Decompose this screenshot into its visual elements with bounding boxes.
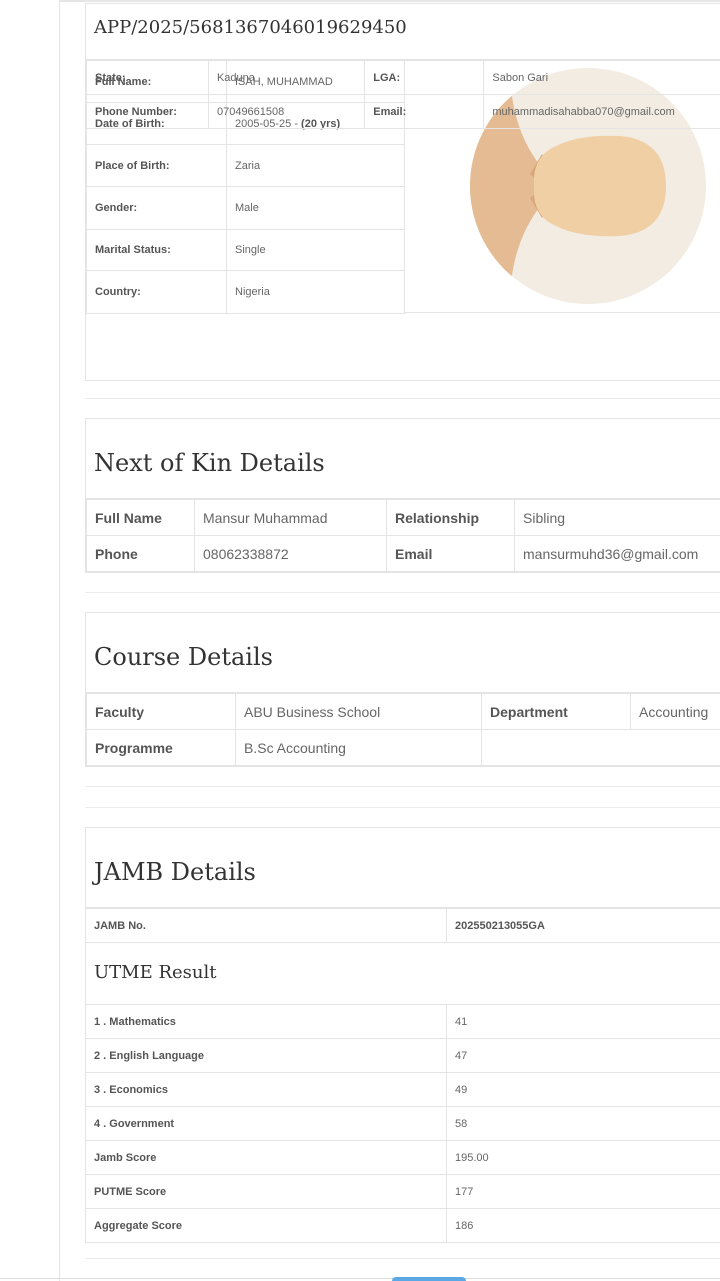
utme-result-row: 4 . Government 58 xyxy=(85,1106,720,1141)
field-label: Country: xyxy=(86,270,227,314)
subject-score: 177 xyxy=(446,1174,720,1209)
email-label: Email: xyxy=(364,94,485,129)
field-value: Male xyxy=(226,186,405,230)
utme-result-row: Jamb Score 195.00 xyxy=(85,1140,720,1175)
personal-info-panel: APP/2025/5681367046019629450 Full Name: I… xyxy=(85,3,720,381)
jamb-no-row: JAMB No. 202550213055GA xyxy=(85,908,720,943)
lga-label: LGA: xyxy=(364,60,485,95)
subject-score: 47 xyxy=(446,1038,720,1073)
subject-score: 186 xyxy=(446,1208,720,1243)
utme-result-row: 2 . English Language 47 xyxy=(85,1038,720,1073)
jamb-details-panel: JAMB Details JAMB No. 202550213055GA UTM… xyxy=(85,827,720,1243)
faculty-value: ABU Business School xyxy=(235,693,482,730)
field-value-text: Single xyxy=(235,244,266,256)
personal-field-row: Country: Nigeria xyxy=(86,270,405,314)
personal-field-row: Marital Status: Single xyxy=(86,229,405,271)
field-label: Place of Birth: xyxy=(86,144,227,187)
subject-name: 3 . Economics xyxy=(85,1072,447,1107)
jamb-no-value: 202550213055GA xyxy=(446,908,720,943)
personal-field-row: Gender: Male xyxy=(86,186,405,230)
subject-name: 4 . Government xyxy=(85,1106,447,1141)
subject-score: 49 xyxy=(446,1072,720,1107)
section-divider xyxy=(85,807,720,808)
phone-value: 07049661508 xyxy=(207,94,366,129)
course-details-table: Faculty ABU Business School Department A… xyxy=(86,693,720,766)
nok-phone-value: 08062338872 xyxy=(194,535,387,572)
subject-name: Aggregate Score xyxy=(85,1208,447,1243)
field-value: Nigeria xyxy=(226,270,405,314)
section-divider xyxy=(85,1258,720,1259)
nok-phone-label: Phone xyxy=(86,535,195,572)
field-value-text: Zaria xyxy=(235,159,261,172)
course-row-1: Faculty ABU Business School Department A… xyxy=(86,693,720,730)
state-label: State: xyxy=(86,60,209,95)
subject-name: 1 . Mathematics xyxy=(85,1004,447,1039)
email-value: muhammadisahabba070@gmail.com xyxy=(483,94,720,129)
subject-score: 41 xyxy=(446,1004,720,1039)
nok-email-value: mansurmuhd36@gmail.com xyxy=(514,535,720,572)
nok-relationship-label: Relationship xyxy=(386,499,515,536)
utme-result-title: UTME Result xyxy=(85,943,720,1004)
contact-fields-table: State: Kaduna LGA: Sabon Gari Phone Numb… xyxy=(86,60,720,129)
field-value: Zaria xyxy=(226,144,405,187)
next-of-kin-table: Full Name Mansur Muhammad Relationship S… xyxy=(86,499,720,572)
subject-name: PUTME Score xyxy=(85,1174,447,1209)
nok-relationship-value: Sibling xyxy=(514,499,720,536)
bottom-border xyxy=(0,1278,720,1279)
jamb-details-title: JAMB Details xyxy=(85,828,720,908)
course-row-2: Programme B.Sc Accounting xyxy=(86,729,720,766)
phone-email-row: Phone Number: 07049661508 Email: muhamma… xyxy=(86,94,720,129)
field-value-text: Male xyxy=(235,202,259,214)
nok-full-name-value: Mansur Muhammad xyxy=(194,499,387,536)
personal-field-row: Place of Birth: Zaria xyxy=(86,144,405,187)
department-label: Department xyxy=(481,693,631,730)
course-empty-cell xyxy=(481,729,720,766)
application-id: APP/2025/5681367046019629450 xyxy=(86,4,720,60)
nok-row-2: Phone 08062338872 Email mansurmuhd36@gma… xyxy=(86,535,720,572)
personal-info: Full Name: ISAH, MUHAMMAD Date of Birth: 20… xyxy=(86,60,720,380)
faculty-label: Faculty xyxy=(86,693,236,730)
section-divider xyxy=(85,592,720,593)
subject-name: 2 . English Language xyxy=(85,1038,447,1073)
utme-result-row: PUTME Score 177 xyxy=(85,1174,720,1209)
next-of-kin-title: Next of Kin Details xyxy=(86,419,720,499)
application-details: APP/2025/5681367046019629450 Full Name: I… xyxy=(85,3,720,1243)
field-label: Gender: xyxy=(86,186,227,230)
left-sidebar xyxy=(0,0,60,1281)
lga-value: Sabon Gari xyxy=(483,60,720,95)
next-of-kin-panel: Next of Kin Details Full Name Mansur Muh… xyxy=(85,418,720,573)
nok-full-name-label: Full Name xyxy=(86,499,195,536)
utme-result-row: 3 . Economics 49 xyxy=(85,1072,720,1107)
action-button-edge[interactable] xyxy=(392,1277,466,1281)
subject-name: Jamb Score xyxy=(85,1140,447,1175)
state-value: Kaduna xyxy=(207,60,366,95)
programme-value: B.Sc Accounting xyxy=(235,729,482,766)
course-details-title: Course Details xyxy=(86,613,720,693)
phone-label: Phone Number: xyxy=(86,94,209,129)
section-divider xyxy=(85,398,720,399)
jamb-no-table: JAMB No. 202550213055GA xyxy=(85,908,720,943)
utme-result-row: 1 . Mathematics 41 xyxy=(85,1004,720,1039)
nok-email-label: Email xyxy=(386,535,515,572)
course-details-panel: Course Details Faculty ABU Business Scho… xyxy=(85,612,720,767)
field-label: Marital Status: xyxy=(86,229,227,271)
jamb-no-label: JAMB No. xyxy=(85,908,447,943)
utme-result-table: 1 . Mathematics 41 2 . English Language 47 3… xyxy=(85,1004,720,1243)
field-value-text: Nigeria xyxy=(235,286,270,298)
nok-row-1: Full Name Mansur Muhammad Relationship S… xyxy=(86,499,720,536)
programme-label: Programme xyxy=(86,729,236,766)
subject-score: 58 xyxy=(446,1106,720,1141)
department-value: Accounting xyxy=(630,693,720,730)
state-lga-row: State: Kaduna LGA: Sabon Gari xyxy=(86,60,720,95)
utme-result-row: Aggregate Score 186 xyxy=(85,1208,720,1243)
section-divider xyxy=(85,786,720,787)
field-value: Single xyxy=(226,229,405,271)
subject-score: 195.00 xyxy=(446,1140,720,1175)
